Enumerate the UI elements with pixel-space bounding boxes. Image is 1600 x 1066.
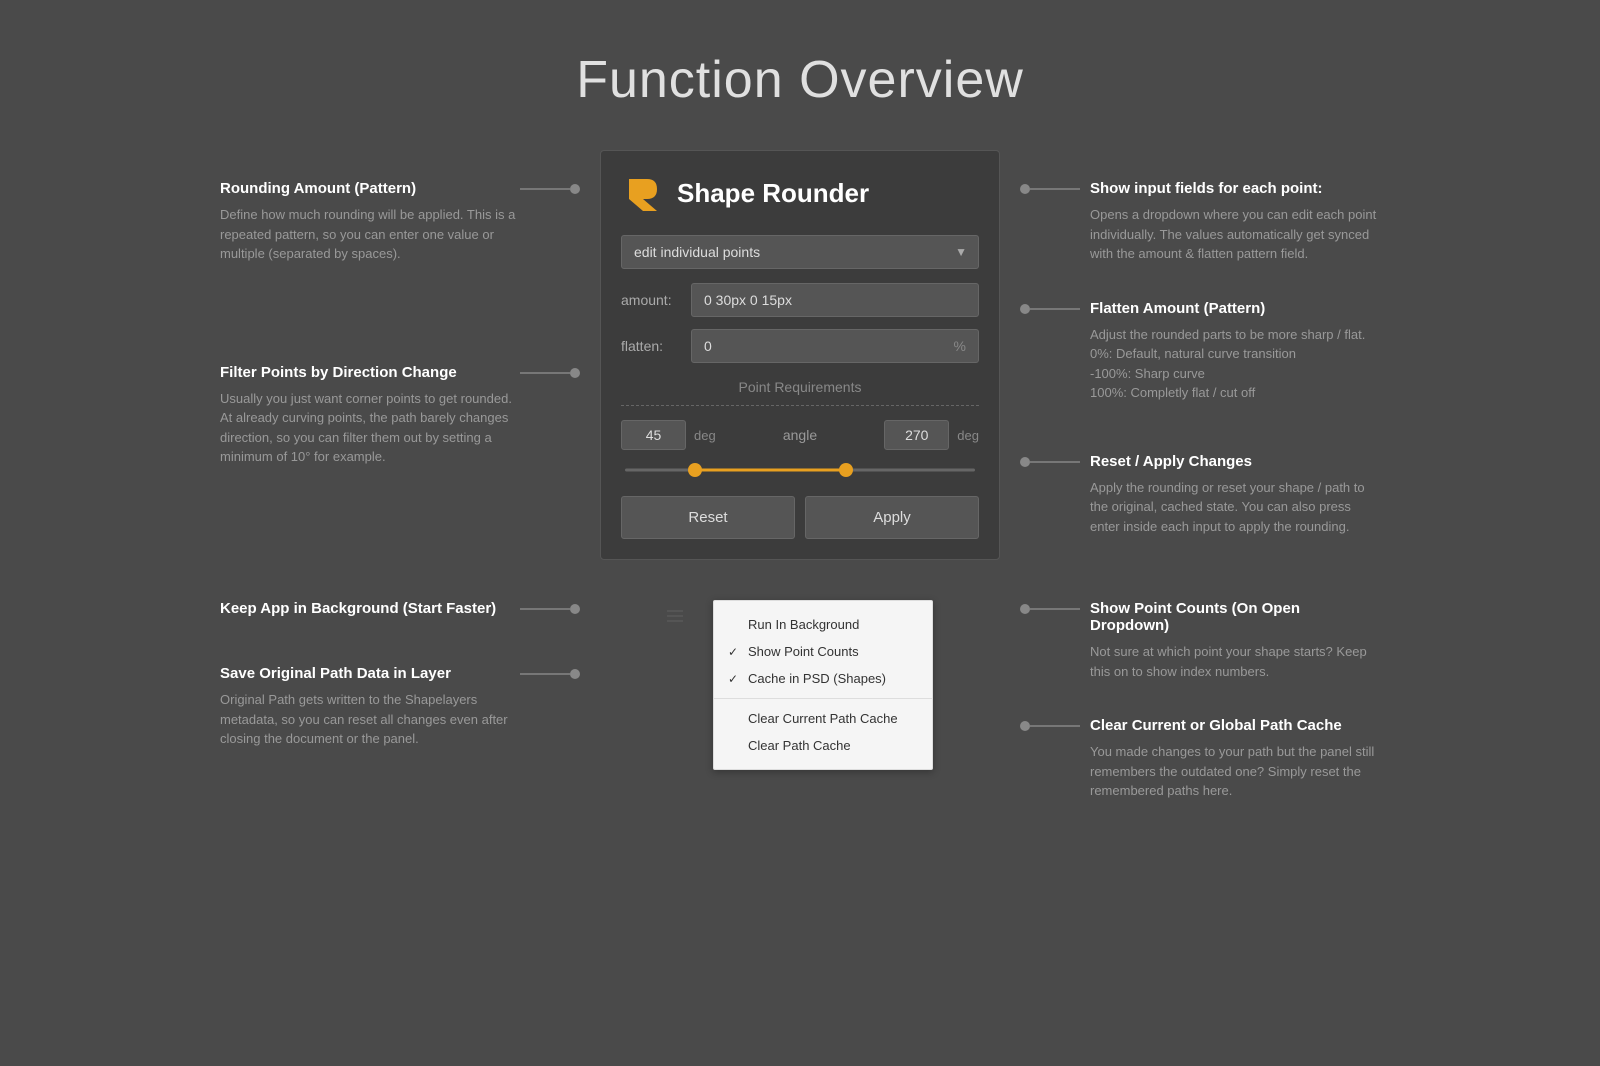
left-section-save-path: Save Original Path Data in Layer Origina…: [220, 665, 580, 749]
input-fields-title: Show input fields for each point:: [1090, 180, 1380, 197]
angle-row: deg angle deg: [621, 420, 979, 450]
point-counts-title: Show Point Counts (On Open Dropdown): [1090, 600, 1380, 634]
background-title: Keep App in Background (Start Faster): [220, 600, 520, 617]
angle-left-unit: deg: [694, 428, 716, 443]
bottom-right: Show Point Counts (On Open Dropdown) Not…: [1000, 600, 1380, 837]
clear-cache-body: You made changes to your path but the pa…: [1090, 742, 1380, 801]
amount-row: amount:: [621, 283, 979, 317]
angle-center-label: angle: [724, 427, 877, 443]
run-background-check: [728, 618, 742, 632]
connector-background: [520, 600, 580, 614]
rounding-amount-body: Define how much rounding will be applied…: [220, 205, 520, 264]
clear-current-cache-label: Clear Current Path Cache: [748, 711, 898, 726]
left-section-filter: Filter Points by Direction Change Usuall…: [220, 364, 580, 467]
bottom-center: Run In Background ✓ Show Point Counts ✓ …: [600, 600, 1000, 770]
connector-clear-cache: [1020, 717, 1080, 731]
connector-rounding: [520, 180, 580, 194]
angle-slider[interactable]: [625, 460, 975, 480]
amount-label: amount:: [621, 292, 681, 308]
right-panel: Show input fields for each point: Opens …: [1000, 150, 1380, 572]
right-section-clear-cache: Clear Current or Global Path Cache You m…: [1020, 717, 1380, 801]
show-point-label: Show Point Counts: [748, 644, 859, 659]
show-point-check: ✓: [728, 645, 742, 659]
connector-save-path: [520, 665, 580, 679]
flatten-body: Adjust the rounded parts to be more shar…: [1090, 325, 1380, 403]
right-section-reset-apply: Reset / Apply Changes Apply the rounding…: [1020, 453, 1380, 537]
angle-section: Point Requirements deg angle deg: [621, 379, 979, 480]
hamburger-menu-icon[interactable]: [667, 610, 683, 622]
clear-cache-title: Clear Current or Global Path Cache: [1090, 717, 1380, 734]
left-panel: Rounding Amount (Pattern) Define how muc…: [220, 150, 600, 507]
slider-fill: [695, 469, 846, 472]
cache-psd-check: ✓: [728, 672, 742, 686]
plugin-panel: Shape Rounder edit individual points ▼ a…: [600, 150, 1000, 560]
clear-path-cache-label: Clear Path Cache: [748, 738, 851, 753]
save-path-body: Original Path gets written to the Shapel…: [220, 690, 520, 749]
dropdown-row: edit individual points ▼: [621, 235, 979, 269]
run-background-label: Run In Background: [748, 617, 859, 632]
plugin-title: Shape Rounder: [677, 178, 869, 209]
menu-item-run-background[interactable]: Run In Background: [714, 611, 932, 638]
reset-apply-title: Reset / Apply Changes: [1090, 453, 1380, 470]
flatten-unit: %: [954, 338, 966, 354]
dashed-divider: [621, 405, 979, 406]
button-row: Reset Apply: [621, 496, 979, 539]
right-section-flatten: Flatten Amount (Pattern) Adjust the roun…: [1020, 300, 1380, 403]
connector-filter: [520, 364, 580, 378]
flatten-input-wrapper: %: [691, 329, 979, 363]
main-layout: Rounding Amount (Pattern) Define how muc…: [0, 150, 1600, 580]
rounding-amount-title: Rounding Amount (Pattern): [220, 180, 520, 197]
flatten-label: flatten:: [621, 338, 681, 354]
point-counts-body: Not sure at which point your shape start…: [1090, 642, 1380, 681]
right-section-input-fields: Show input fields for each point: Opens …: [1020, 180, 1380, 264]
cache-psd-label: Cache in PSD (Shapes): [748, 671, 886, 686]
reset-button[interactable]: Reset: [621, 496, 795, 539]
angle-left-input[interactable]: [621, 420, 686, 450]
apply-button[interactable]: Apply: [805, 496, 979, 539]
angle-right-input[interactable]: [884, 420, 949, 450]
menu-item-clear-path-cache[interactable]: Clear Path Cache: [714, 732, 932, 759]
save-path-title: Save Original Path Data in Layer: [220, 665, 520, 682]
center-panel: Shape Rounder edit individual points ▼ a…: [600, 150, 1000, 580]
menu-item-cache-psd[interactable]: ✓ Cache in PSD (Shapes): [714, 665, 932, 692]
input-fields-body: Opens a dropdown where you can edit each…: [1090, 205, 1380, 264]
angle-right-unit: deg: [957, 428, 979, 443]
connector-input-fields: [1020, 180, 1080, 194]
connector-flatten: [1020, 300, 1080, 314]
flatten-row: flatten: %: [621, 329, 979, 363]
filter-points-body: Usually you just want corner points to g…: [220, 389, 520, 467]
connector-reset-apply: [1020, 453, 1080, 467]
menu-divider: [714, 698, 932, 699]
edit-points-dropdown[interactable]: edit individual points: [621, 235, 979, 269]
bottom-section: Keep App in Background (Start Faster) Sa…: [0, 600, 1600, 837]
menu-item-show-point-counts[interactable]: ✓ Show Point Counts: [714, 638, 932, 665]
point-requirements-title: Point Requirements: [621, 379, 979, 395]
filter-points-title: Filter Points by Direction Change: [220, 364, 520, 381]
bottom-left: Keep App in Background (Start Faster) Sa…: [220, 600, 600, 789]
slider-thumb-left[interactable]: [688, 463, 702, 477]
amount-input[interactable]: [691, 283, 979, 317]
left-section-rounding: Rounding Amount (Pattern) Define how muc…: [220, 180, 580, 264]
left-section-background: Keep App in Background (Start Faster): [220, 600, 580, 625]
reset-apply-body: Apply the rounding or reset your shape /…: [1090, 478, 1380, 537]
menu-item-clear-current-cache[interactable]: Clear Current Path Cache: [714, 705, 932, 732]
plugin-header: Shape Rounder: [621, 171, 979, 215]
flatten-title: Flatten Amount (Pattern): [1090, 300, 1380, 317]
slider-thumb-right[interactable]: [839, 463, 853, 477]
dropdown-menu: Run In Background ✓ Show Point Counts ✓ …: [713, 600, 933, 770]
right-section-point-counts: Show Point Counts (On Open Dropdown) Not…: [1020, 600, 1380, 681]
plugin-logo: [621, 171, 665, 215]
flatten-input[interactable]: [704, 338, 914, 354]
connector-point-counts: [1020, 600, 1080, 614]
page-title: Function Overview: [0, 0, 1600, 150]
